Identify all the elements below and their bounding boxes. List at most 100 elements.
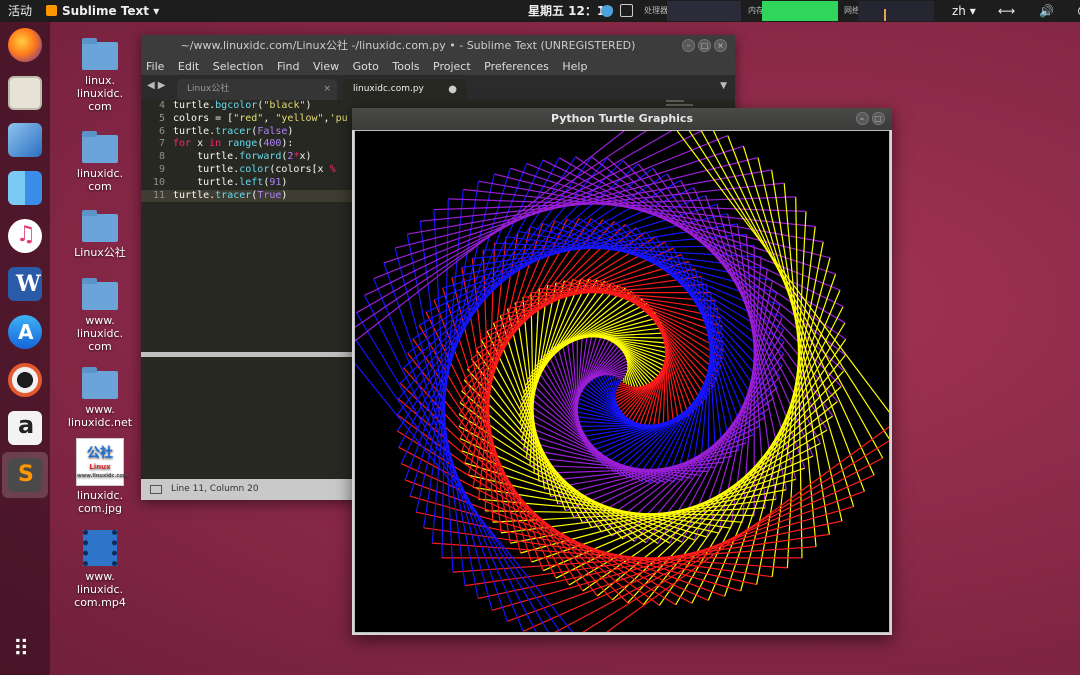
tab-nav-arrows-icon[interactable]: ◀▶ [147,80,168,91]
menu-view[interactable]: View [313,60,339,73]
memory-graph[interactable] [762,1,838,21]
code-token: 400 [263,138,282,150]
turtle-canvas[interactable] [354,130,890,633]
window-title: ~/www.linuxidc.com/Linux公社 -/linuxidc.co… [180,39,636,52]
code-token: True [257,189,282,201]
window-titlebar[interactable]: ~/www.linuxidc.com/Linux公社 -/linuxidc.co… [141,35,735,57]
menu-project[interactable]: Project [433,60,471,73]
show-applications-icon[interactable]: ⠿ [13,638,37,662]
code-token: x) [299,151,312,163]
code-token: ) [305,100,312,111]
language-selector[interactable]: zh ▾ [952,0,976,22]
turtle-graphics-window[interactable]: Python Turtle Graphics –□× [352,108,892,635]
system-menu-icons[interactable]: ⟷ 🔊 ⏻ ▾ [998,0,1080,22]
spiral-segment [383,262,508,622]
menu-file[interactable]: File [146,60,164,73]
music-icon[interactable] [8,219,42,253]
menu-find[interactable]: Find [277,60,300,73]
maximize-icon[interactable]: □ [871,112,885,125]
firefox-icon[interactable] [8,28,42,62]
maximize-icon[interactable]: □ [698,39,711,52]
app-menu[interactable]: Sublime Text ▾ [46,0,159,22]
code-token: range [227,138,258,150]
tab-close-icon[interactable]: × [323,79,331,100]
spiral-segment [617,377,624,379]
spiral-drawing [355,131,889,632]
amazon-icon[interactable] [8,411,42,445]
desktop-folder-2[interactable]: linuxidc. com [60,131,140,193]
network-graph[interactable] [858,1,934,21]
app-store-icon[interactable] [8,315,42,349]
help-icon[interactable] [8,363,42,397]
finder-icon[interactable] [8,171,42,205]
menu-selection[interactable]: Selection [213,60,264,73]
tab-linuxidc-py[interactable]: linuxidc.com.py ● [343,79,467,100]
desktop-folder-4[interactable]: www. linuxidc. com [60,278,140,353]
cpu-monitor-label: 处理器 [644,6,668,15]
line-number: 10 [152,176,165,188]
sublime-text-dock-slot[interactable] [2,452,48,498]
folder-icon [82,131,118,163]
tab-modified-icon[interactable]: ● [448,79,457,100]
desktop-video-file[interactable]: www. linuxidc. com.mp4 [60,530,140,609]
screenshot-icon[interactable] [620,4,633,17]
activities-button[interactable]: 活动 [8,0,32,22]
sublime-text-icon [8,458,42,492]
desktop-folder-1[interactable]: linux. linuxidc. com [60,38,140,113]
menu-bar: File Edit Selection Find View Goto Tools… [141,57,735,76]
panel-toggle-icon[interactable] [150,485,162,494]
weather-icon[interactable] [601,5,613,17]
spiral-segment [624,375,628,385]
desktop-icon-label: www. linuxidc. com [76,314,124,353]
menu-edit[interactable]: Edit [178,60,199,73]
code-token: for [173,138,192,150]
minimize-icon[interactable]: – [682,39,695,52]
desktop-icon-label: linux. linuxidc. com [76,74,124,113]
code-token: "yellow" [275,112,324,124]
desktop-icon-label: www. linuxidc. com.mp4 [74,570,126,609]
spiral-segment [550,449,740,498]
word-icon[interactable] [8,267,42,301]
folder-icon [82,367,118,399]
close-icon[interactable]: × [714,39,727,52]
code-token: , [263,112,276,124]
spiral-segment [617,378,620,386]
minimize-icon[interactable]: – [855,112,869,125]
sublime-mini-icon [46,5,57,16]
code-token: False [257,125,288,137]
folder-icon [82,210,118,242]
desktop-icon-label: Linux公社 [74,246,126,259]
code-token: ) [287,125,294,137]
code-token: (colors[x [269,163,330,175]
thumb-subtitle: Linux [89,463,111,471]
cpu-graph[interactable] [667,1,741,21]
spiral-segment [736,223,777,500]
code-token: forward [239,151,282,163]
menu-preferences[interactable]: Preferences [484,60,549,73]
code-token: ): [281,138,294,150]
app-menu-label: Sublime Text ▾ [62,4,160,18]
tab-linux-go[interactable]: Linux公社 www.linuxidc.com.go × [177,79,337,115]
code-token: turtle. [173,125,216,137]
code-token: turtle. [173,100,216,111]
code-token: bgcolor [215,100,258,111]
code-token: "red" [233,112,264,124]
code-token: color [239,163,270,175]
tab-list-dropdown-icon[interactable]: ▼ [720,81,727,91]
desktop-icon-label: www. linuxidc.net [67,403,133,429]
desktop-folder-5[interactable]: www. linuxidc.net [60,367,140,429]
window-titlebar[interactable]: Python Turtle Graphics –□× [352,108,892,147]
tab-bar: ◀▶ Linux公社 www.linuxidc.com.go × linuxid… [141,76,735,115]
memory-usage-fill [762,1,838,21]
desktop-icon-label: linuxidc. com.jpg [76,489,124,515]
menu-help[interactable]: Help [562,60,587,73]
desktop-image-file[interactable]: 公社 Linux www.linuxidc.com linuxidc. com.… [60,438,140,515]
desktop-folder-3[interactable]: Linux公社 [60,210,140,259]
spiral-segment [355,362,574,632]
code-token: turtle. [173,163,240,175]
shotwell-icon[interactable] [8,76,42,110]
cursor-position: Line 11, Column 20 [171,484,259,494]
menu-tools[interactable]: Tools [392,60,419,73]
mail-icon[interactable] [8,123,42,157]
menu-goto[interactable]: Goto [353,60,379,73]
